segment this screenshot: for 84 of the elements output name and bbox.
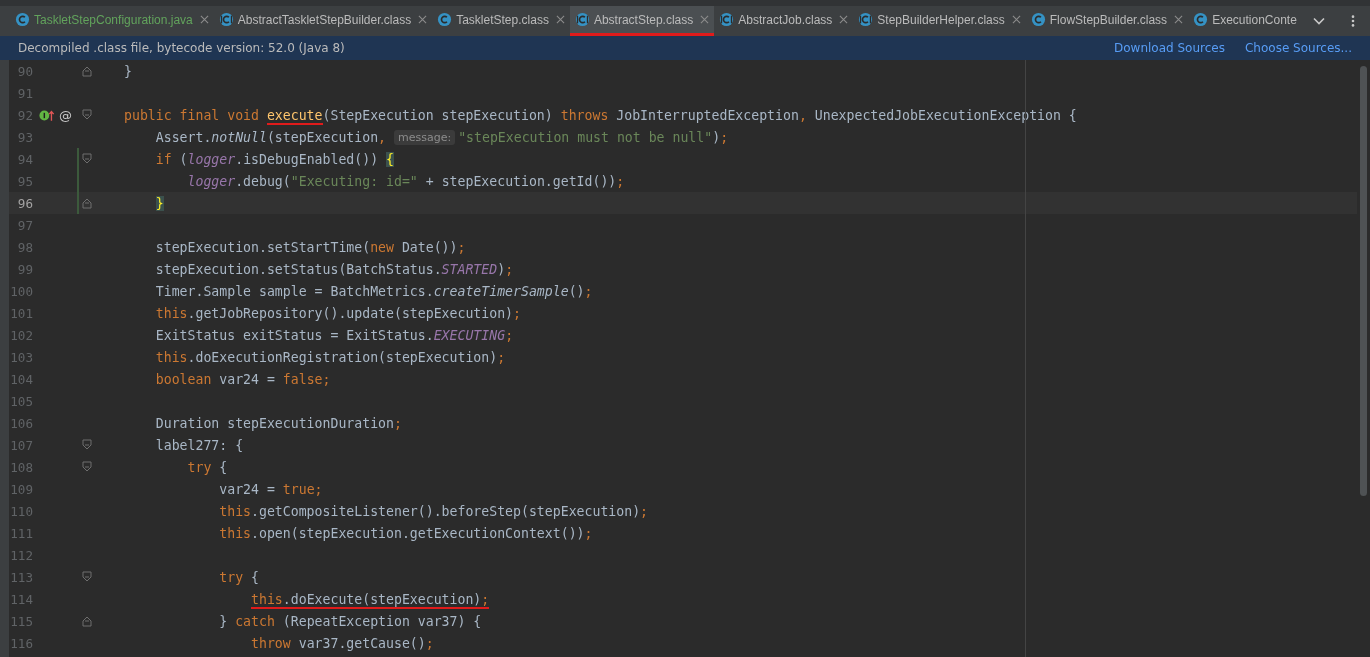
- inlay-hint: message:: [393, 129, 456, 145]
- line-number: 112: [9, 547, 33, 563]
- close-icon[interactable]: [1011, 15, 1021, 24]
- scrollbar-thumb[interactable]: [1360, 66, 1367, 496]
- code-line: this.getCompositeListener().beforeStep(stepExecution);: [218, 503, 649, 519]
- line-number: 114: [9, 591, 33, 607]
- code-line: this.doExecutionRegistration(stepExecution);: [154, 349, 506, 365]
- code-line: boolean var24 = false;: [154, 371, 331, 387]
- code-line: Timer.Sample sample = BatchMetrics.createTimerSample();: [154, 283, 593, 299]
- code-line: try {: [218, 569, 259, 585]
- line-number: 95: [16, 173, 33, 189]
- close-icon[interactable]: [1174, 15, 1184, 24]
- line-number: 90: [16, 63, 33, 79]
- line-number: 102: [9, 327, 33, 343]
- line-number: 115: [9, 613, 33, 629]
- banner-link[interactable]: Download Sources: [1114, 41, 1225, 55]
- line-number: 106: [9, 415, 33, 431]
- code-line: this.doExecute(stepExecution);: [250, 591, 490, 607]
- change-marker[interactable]: [77, 170, 79, 192]
- change-marker[interactable]: [77, 192, 79, 214]
- line-number: 116: [9, 635, 33, 651]
- close-icon[interactable]: [700, 15, 710, 24]
- line-number: 100: [9, 283, 33, 299]
- code-line: label277: {: [154, 437, 244, 453]
- fold-icon[interactable]: [82, 197, 92, 209]
- line-number: 105: [9, 393, 33, 409]
- line-number: 107: [9, 437, 33, 453]
- line-number: 96: [16, 195, 33, 211]
- banner-link[interactable]: Choose Sources...: [1244, 41, 1352, 55]
- line-number: 101: [9, 305, 33, 321]
- fold-icon[interactable]: [82, 571, 92, 583]
- code-line: } catch (RepeatException var37) {: [218, 613, 482, 629]
- code-line: throw var37.getCause();: [250, 635, 434, 651]
- change-marker[interactable]: [77, 148, 79, 170]
- code-line: if (logger.isDebugEnabled()) {: [154, 151, 394, 167]
- editor-tab[interactable]: StepBuilderHelper.class: [853, 6, 1026, 36]
- editor-tab[interactable]: FlowStepBuilder.class: [1025, 6, 1189, 36]
- code-line: try {: [186, 459, 228, 475]
- code-line: this.getJobRepository().update(stepExecution);: [154, 305, 521, 321]
- code-line: this.open(stepExecution.getExecutionContext());: [218, 525, 593, 541]
- line-number: 103: [9, 349, 33, 365]
- more-icon[interactable]: [1350, 14, 1356, 28]
- editor-tab[interactable]: AbstractJob.class: [714, 6, 854, 36]
- line-number: 110: [9, 503, 33, 519]
- code-line: Duration stepExecutionDuration;: [154, 415, 402, 431]
- editor-tab[interactable]: AbstractStep.class: [569, 6, 715, 36]
- code-line: stepExecution.setStartTime(new Date());: [154, 239, 466, 255]
- line-number: 99: [16, 261, 33, 277]
- editor-tab[interactable]: AbstractTaskletStepBuilder.class: [213, 6, 433, 36]
- code-line: var24 = true;: [218, 481, 323, 497]
- editor-tab[interactable]: ExecutionConte: [1188, 6, 1299, 36]
- line-number: 113: [9, 569, 33, 585]
- line-number: 108: [9, 459, 33, 475]
- fold-icon[interactable]: [82, 461, 92, 473]
- code-line: public final void execute(StepExecution stepExecution) throws JobInterruptedException, UnexpectedJobExecutionException {: [124, 107, 1077, 123]
- close-icon[interactable]: [839, 15, 849, 24]
- annotation-marker[interactable]: @: [59, 107, 72, 123]
- code-line: logger.debug("Executing: id=" + stepExecution.getId());: [186, 173, 625, 189]
- fold-icon[interactable]: [82, 615, 92, 627]
- line-number: 109: [9, 481, 33, 497]
- code-line: Assert.notNull(stepExecution,: [154, 129, 388, 145]
- code-line: }: [124, 63, 132, 79]
- editor-tab[interactable]: TaskletStepConfiguration.java: [10, 6, 214, 36]
- fold-icon[interactable]: [82, 109, 92, 121]
- close-icon[interactable]: [418, 15, 428, 24]
- fold-icon[interactable]: [82, 153, 92, 165]
- line-number: 93: [16, 129, 33, 145]
- code-line: "stepExecution must not be null");: [458, 129, 729, 145]
- line-number: 92: [16, 107, 33, 123]
- line-number: 104: [9, 371, 33, 387]
- code-line: ExitStatus exitStatus = ExitStatus.EXECUTING;: [154, 327, 514, 343]
- line-number: 98: [16, 239, 33, 255]
- editor-tab[interactable]: TaskletStep.class: [432, 6, 570, 36]
- code-line: stepExecution.setStatus(BatchStatus.STARTED);: [154, 261, 514, 277]
- fold-icon[interactable]: [82, 65, 92, 77]
- line-number: 97: [16, 217, 33, 233]
- banner-message: Decompiled .class file, bytecode version: 52.0 (Java 8): [18, 41, 346, 55]
- line-number: 111: [9, 525, 33, 541]
- implements-icon[interactable]: [39, 108, 55, 122]
- line-number: 91: [16, 85, 33, 101]
- close-icon[interactable]: [555, 15, 565, 24]
- close-icon[interactable]: [199, 15, 209, 24]
- line-number: 94: [16, 151, 33, 167]
- fold-icon[interactable]: [82, 439, 92, 451]
